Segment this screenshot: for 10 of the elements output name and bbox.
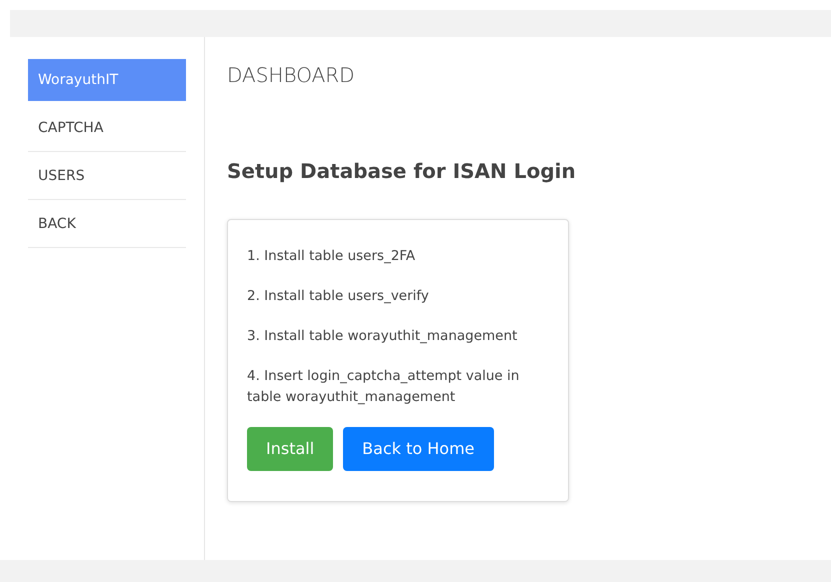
sidebar-item[interactable]: BACK bbox=[28, 200, 186, 248]
step-text: 3. Install table worayuthit_management bbox=[247, 326, 518, 346]
step-text: 2. Install table users_verify bbox=[247, 286, 430, 306]
page-title: DASHBOARD bbox=[227, 63, 356, 87]
step-text: 1. Install table users_2FA bbox=[247, 247, 416, 266]
home-button[interactable]: Back to Home bbox=[343, 426, 494, 471]
step-text: 4. Insert login_captcha_attempt value in table worayuthit_management bbox=[247, 366, 520, 407]
sidebar-item[interactable]: USERS bbox=[28, 152, 186, 200]
sidebar-item[interactable]: CAPTCHA bbox=[28, 104, 186, 152]
section-heading: Setup Database for ISAN Login bbox=[227, 159, 577, 183]
